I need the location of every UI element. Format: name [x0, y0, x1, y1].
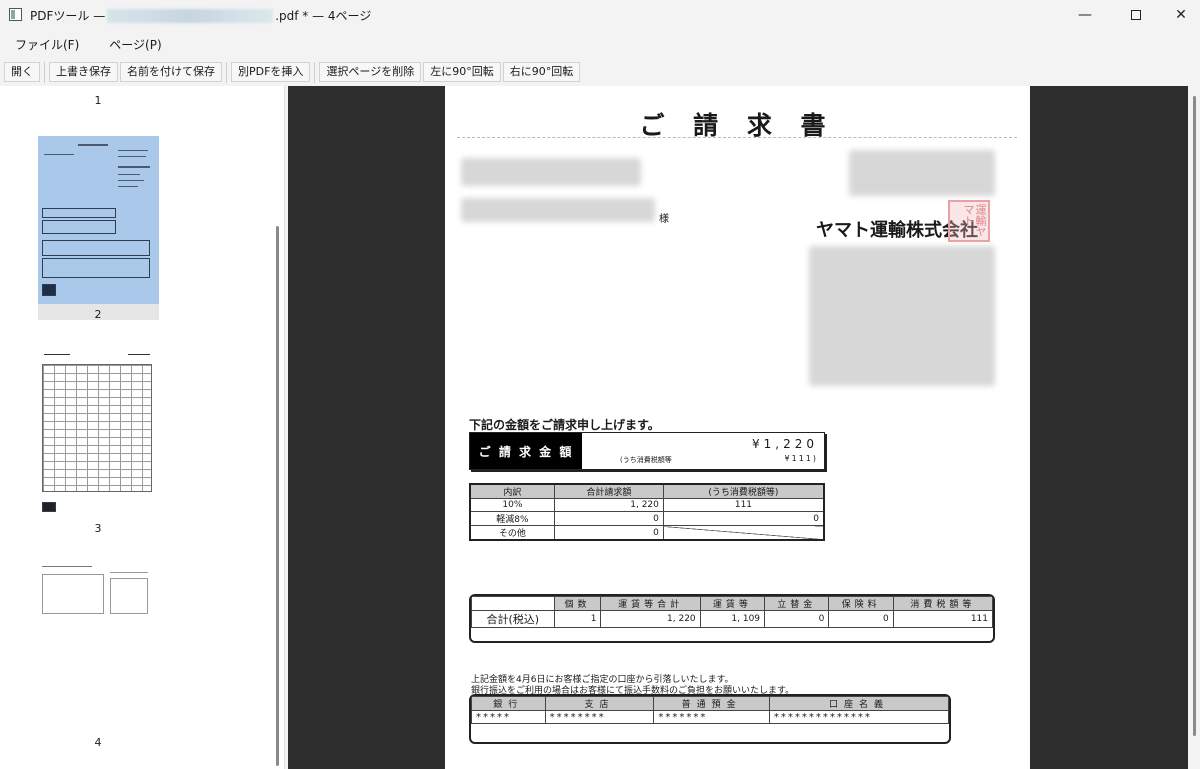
table-header: 合計請求額 — [553, 483, 664, 499]
table-row: その他 0 — [469, 525, 825, 541]
viewer-scrollbar-thumb[interactable] — [1193, 96, 1196, 736]
table-cell: 1, 109 — [699, 610, 766, 628]
table-cell: ******* — [653, 710, 770, 724]
amount-label: ご 請 求 金 額 — [470, 433, 582, 469]
redacted-recipient — [461, 198, 655, 222]
minimize-icon: — — [1078, 7, 1092, 23]
toolbar-separator — [314, 62, 316, 83]
table-header: (うち消費税額等) — [662, 483, 825, 499]
bank-table: 銀行 支店 普通預金 口座名義 ***** ******** ******* *… — [471, 696, 949, 724]
document-page: ご 請 求 書 様 ヤマト運輸株式会社 運輸ヤマト 下記の金額をご請求申し上げま… — [445, 86, 1030, 769]
table-row: 合計(税込) 1 1, 220 1, 109 0 0 111 — [471, 610, 993, 628]
table-header-blank — [471, 596, 555, 611]
app-window: PDFツール — .pdf * — 4ページ — ✕ ファイル(F) ページ(P… — [0, 0, 1200, 769]
lead-text: 下記の金額をご請求申し上げます。 — [469, 418, 660, 432]
table-cell: ************** — [768, 710, 949, 724]
bank-table-frame: 銀行 支店 普通預金 口座名義 ***** ******** ******* *… — [469, 694, 951, 744]
table-header: 消費税額等 — [892, 596, 993, 611]
close-icon: ✕ — [1175, 7, 1187, 23]
tax-label: (うち消費税額等 — [620, 456, 672, 464]
honorific: 様 — [659, 214, 669, 225]
table-cell: 111 — [662, 498, 825, 512]
title-bar: PDFツール — .pdf * — 4ページ — ✕ — [0, 0, 1200, 30]
document-viewer[interactable]: ご 請 求 書 様 ヤマト運輸株式会社 運輸ヤマト 下記の金額をご請求申し上げま… — [288, 86, 1188, 769]
redacted-recipient — [461, 158, 641, 186]
tax-value: ¥111) — [784, 454, 818, 463]
table-cell: 10% — [469, 498, 555, 512]
table-header: 口座名義 — [768, 696, 949, 711]
table-header: 立替金 — [764, 596, 830, 611]
window-title-suffix: .pdf * — 4ページ — [275, 9, 372, 23]
table-cell: 0 — [553, 525, 664, 541]
table-cell: 1, 220 — [553, 498, 664, 512]
table-row-label: 合計(税込) — [471, 610, 555, 628]
table-header: 運賃等合計 — [600, 596, 701, 611]
thumbnail-page-4[interactable] — [40, 564, 152, 626]
title-divider — [457, 137, 1017, 138]
thumbnail-page-number: 3 — [94, 522, 102, 535]
thumbnail-scrollbar[interactable] — [276, 226, 279, 766]
app-icon — [9, 8, 22, 21]
summary-table-frame: 個数 運賃等合計 運賃等 立替金 保険料 消費税額等 合計(税込) 1 1, 2… — [469, 594, 995, 643]
thumbnail-panel[interactable]: 1 2 3 4 — [0, 86, 285, 769]
viewer-scrollbar[interactable] — [1189, 86, 1200, 769]
table-cell: ***** — [471, 710, 546, 724]
table-cell: 111 — [892, 610, 993, 628]
summary-table: 個数 運賃等合計 運賃等 立替金 保険料 消費税額等 合計(税込) 1 1, 2… — [471, 596, 993, 628]
table-header: 内訳 — [469, 483, 555, 499]
redacted-sender-info — [849, 150, 995, 196]
table-row: 10% 1, 220 111 — [469, 498, 825, 512]
toolbar-separator — [226, 62, 227, 83]
thumbnail-page-number: 4 — [94, 736, 102, 749]
invoice-amount-box: ご 請 求 金 額 ¥1,220 (うち消費税額等 ¥111) — [469, 432, 825, 470]
toolbar: 開く 上書き保存 名前を付けて保存 別PDFを挿入 選択ページを削除 左に90°… — [4, 62, 581, 83]
table-row: ***** ******** ******* ************** — [471, 710, 949, 724]
table-header: 運賃等 — [699, 596, 766, 611]
thumbnail-page-3[interactable] — [40, 352, 154, 516]
thumbnail-page-number: 1 — [94, 94, 102, 107]
minimize-button[interactable]: — — [1062, 0, 1108, 30]
insert-pdf-button[interactable]: 別PDFを挿入 — [231, 62, 311, 82]
table-cell: 0 — [662, 511, 825, 526]
table-cell: その他 — [469, 525, 555, 541]
maximize-icon — [1131, 10, 1141, 20]
table-header: 個数 — [553, 596, 602, 611]
table-header: 普通預金 — [653, 696, 770, 711]
menu-file[interactable]: ファイル(F) — [0, 33, 94, 55]
table-cell: ******** — [544, 710, 655, 724]
table-header: 保険料 — [828, 596, 894, 611]
table-cell: 0 — [828, 610, 894, 628]
menu-bar: ファイル(F) ページ(P) — [0, 33, 177, 55]
save-as-button[interactable]: 名前を付けて保存 — [120, 62, 222, 82]
table-cell: 0 — [764, 610, 830, 628]
table-cell: 1 — [553, 610, 602, 628]
table-row: 軽減8% 0 0 — [469, 511, 825, 526]
overwrite-save-button[interactable]: 上書き保存 — [49, 62, 118, 82]
table-header: 支店 — [544, 696, 655, 711]
thumbnail-page-2[interactable] — [38, 136, 159, 304]
window-title: PDFツール — .pdf * — 4ページ — [30, 7, 371, 24]
maximize-button[interactable] — [1113, 0, 1159, 30]
table-cell: 1, 220 — [600, 610, 701, 628]
menu-page[interactable]: ページ(P) — [94, 33, 176, 55]
delete-pages-button[interactable]: 選択ページを削除 — [319, 62, 422, 82]
redacted-sender-address — [809, 246, 995, 386]
table-cell-diagonal — [662, 525, 825, 541]
open-button[interactable]: 開く — [4, 62, 40, 82]
breakdown-table: 内訳 合計請求額 (うち消費税額等) 10% 1, 220 111 軽減8% 0… — [469, 483, 825, 541]
window-title-prefix: PDFツール — — [30, 9, 106, 23]
rotate-right-button[interactable]: 右に90°回転 — [502, 62, 581, 82]
company-seal: 運輸ヤマト — [948, 200, 990, 242]
amount-value: ¥1,220 — [752, 437, 818, 451]
rotate-left-button[interactable]: 左に90°回転 — [423, 62, 501, 82]
table-cell: 軽減8% — [469, 511, 555, 526]
table-header: 銀行 — [471, 696, 546, 711]
table-cell: 0 — [553, 511, 664, 526]
redacted-filename — [107, 8, 274, 23]
thumbnail-page-number: 2 — [94, 308, 102, 321]
toolbar-separator — [44, 62, 45, 83]
close-button[interactable]: ✕ — [1158, 0, 1200, 30]
